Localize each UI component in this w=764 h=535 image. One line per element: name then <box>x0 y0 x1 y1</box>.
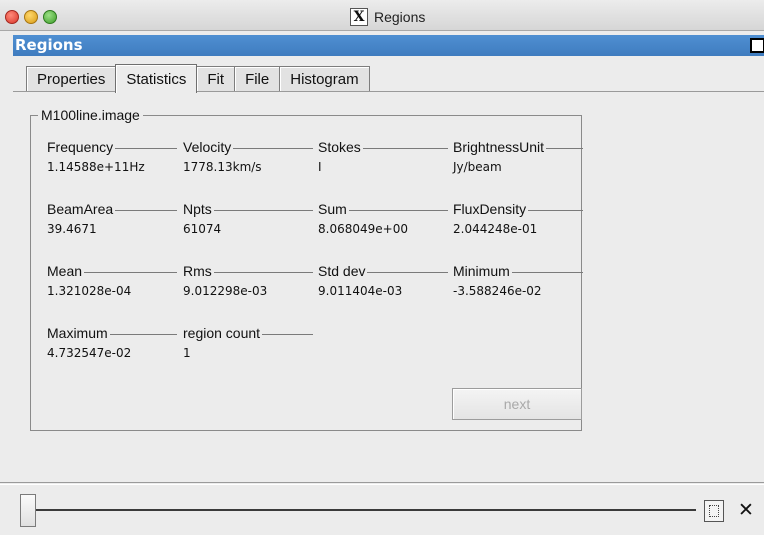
stat-beam-area: BeamArea 39.4671 <box>47 200 177 240</box>
stat-value: 8.068049e+00 <box>318 222 408 236</box>
slider-track[interactable] <box>36 509 696 511</box>
close-icon[interactable]: ✕ <box>738 499 754 521</box>
stat-label: Frequency <box>47 139 116 155</box>
minimize-window-button[interactable] <box>24 10 38 24</box>
stat-frequency: Frequency 1.14588e+11Hz <box>47 138 177 178</box>
stat-label: Sum <box>318 201 349 217</box>
x11-icon: X <box>350 8 368 26</box>
stat-label: Std dev <box>318 263 368 279</box>
dock-title: Regions <box>15 36 83 54</box>
stat-value: 1778.13km/s <box>183 160 262 174</box>
stat-mean: Mean 1.321028e-04 <box>47 262 177 302</box>
stat-label: BeamArea <box>47 201 116 217</box>
stat-label: BrightnessUnit <box>453 139 547 155</box>
stat-stokes: Stokes I <box>318 138 448 178</box>
stat-value: 1.321028e-04 <box>47 284 132 298</box>
stat-value: -3.588246e-02 <box>453 284 542 298</box>
image-name-legend: M100line.image <box>38 107 143 123</box>
stat-label: region count <box>183 325 263 341</box>
stat-value: I <box>318 160 322 174</box>
stat-velocity: Velocity 1778.13km/s <box>183 138 313 178</box>
zoom-window-button[interactable] <box>43 10 57 24</box>
stat-region-count: region count 1 <box>183 324 313 364</box>
window-titlebar: X Regions <box>0 0 764 31</box>
stat-value: Jy/beam <box>453 160 502 174</box>
stat-label: Npts <box>183 201 214 217</box>
stat-value: 9.011404e-03 <box>318 284 403 298</box>
divider <box>0 482 764 483</box>
stat-value: 4.732547e-02 <box>47 346 132 360</box>
stat-maximum: Maximum 4.732547e-02 <box>47 324 177 364</box>
slider-handle[interactable] <box>20 494 36 527</box>
stat-value: 39.4671 <box>47 222 97 236</box>
stat-value: 2.044248e-01 <box>453 222 538 236</box>
stat-minimum: Minimum -3.588246e-02 <box>453 262 583 302</box>
stat-label: Minimum <box>453 263 512 279</box>
stat-value: 9.012298e-03 <box>183 284 268 298</box>
stat-label: Maximum <box>47 325 110 341</box>
stat-rms: Rms 9.012298e-03 <box>183 262 313 302</box>
stat-value: 61074 <box>183 222 222 236</box>
stat-flux-density: FluxDensity 2.044248e-01 <box>453 200 583 240</box>
tab-properties[interactable]: Properties <box>26 66 117 92</box>
stat-label: Mean <box>47 263 85 279</box>
stat-label: Rms <box>183 263 214 279</box>
stat-sum: Sum 8.068049e+00 <box>318 200 448 240</box>
tab-statistics[interactable]: Statistics <box>115 64 198 93</box>
tab-file[interactable]: File <box>234 66 281 92</box>
stat-value: 1.14588e+11Hz <box>47 160 145 174</box>
close-window-button[interactable] <box>5 10 19 24</box>
dock-icon[interactable] <box>704 500 724 522</box>
stat-label: Stokes <box>318 139 363 155</box>
window-title: Regions <box>374 9 426 25</box>
stat-label: FluxDensity <box>453 201 529 217</box>
tab-histogram[interactable]: Histogram <box>279 66 370 92</box>
dock-header: Regions ✕ <box>13 35 764 56</box>
stat-brightness-unit: BrightnessUnit Jy/beam <box>453 138 583 178</box>
stat-std-dev: Std dev 9.011404e-03 <box>318 262 448 302</box>
float-icon[interactable] <box>750 38 764 53</box>
divider-highlight <box>0 484 764 485</box>
stat-npts: Npts 61074 <box>183 200 313 240</box>
stat-label: Velocity <box>183 139 234 155</box>
tab-fit[interactable]: Fit <box>196 66 236 92</box>
next-button[interactable]: next <box>452 388 582 420</box>
tab-bar: Properties Statistics Fit File Histogram <box>26 64 370 93</box>
stat-value: 1 <box>183 346 191 360</box>
window-title-group: X Regions <box>350 8 425 26</box>
